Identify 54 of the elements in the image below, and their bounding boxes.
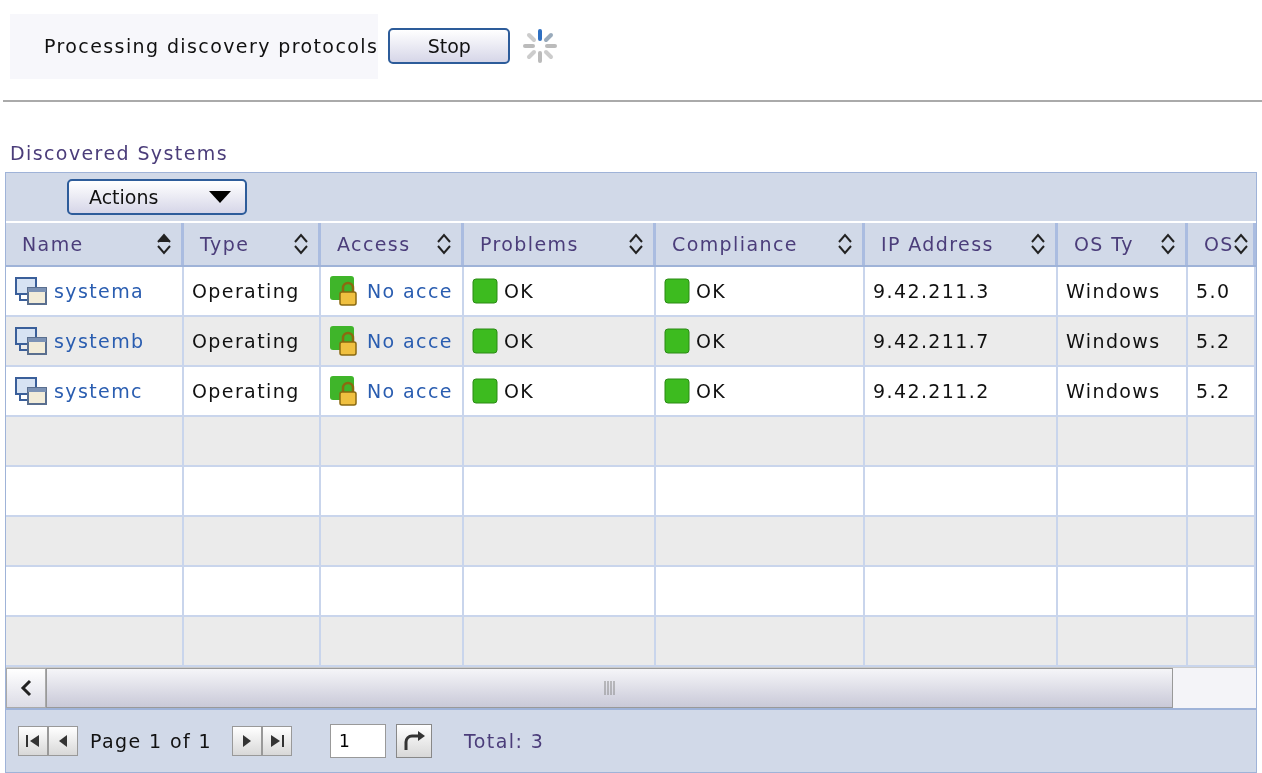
last-page-icon	[269, 733, 285, 749]
spinner-icon	[522, 28, 559, 64]
status-text: OK	[504, 280, 535, 302]
scrollbar-thumb[interactable]	[46, 668, 1173, 708]
access-link[interactable]: No acce	[367, 380, 453, 402]
caret-icon	[209, 191, 231, 203]
scroll-left-button[interactable]	[6, 668, 46, 708]
status-text: OK	[696, 330, 727, 352]
table-cell: 9.42.211.2	[873, 380, 990, 402]
table-cell: Windows	[1066, 280, 1161, 302]
status-text: OK	[696, 280, 727, 302]
page-label: Page 1 of 1	[90, 730, 212, 752]
status-icon	[472, 328, 498, 354]
status-text: OK	[696, 380, 727, 402]
table-cell: 5.0	[1196, 280, 1231, 302]
first-page-icon	[25, 733, 41, 749]
computer-icon	[14, 326, 48, 356]
table-cell: 9.42.211.3	[873, 280, 990, 302]
table-cell: Windows	[1066, 380, 1161, 402]
status-icon	[472, 278, 498, 304]
status-icon	[664, 328, 690, 354]
access-link[interactable]: No acce	[367, 330, 453, 352]
previous-page-button[interactable]	[48, 726, 78, 756]
system-link[interactable]: systema	[54, 280, 145, 302]
table-cell: Operating	[192, 330, 300, 352]
last-page-button[interactable]	[262, 726, 292, 756]
status-text: OK	[504, 380, 535, 402]
access-link[interactable]: No acce	[367, 280, 453, 302]
left-chevron-icon	[19, 679, 33, 697]
page-number-field[interactable]: 1	[330, 724, 386, 758]
table-cell: 9.42.211.7	[873, 330, 990, 352]
first-page-button[interactable]	[18, 726, 48, 756]
computer-icon	[14, 276, 48, 306]
status-icon	[472, 378, 498, 404]
grip-icon	[603, 681, 616, 695]
actions-dropdown[interactable]: Actions	[67, 179, 247, 215]
table-cell: Windows	[1066, 330, 1161, 352]
status-icon	[664, 378, 690, 404]
status-text: OK	[504, 330, 535, 352]
go-button[interactable]	[396, 724, 432, 758]
table-cell: 5.2	[1196, 330, 1231, 352]
table-cell: Operating	[192, 280, 300, 302]
stop-button[interactable]: Stop	[388, 28, 511, 64]
section-title: Discovered Systems	[10, 142, 229, 164]
computer-icon	[14, 376, 48, 406]
curved-arrow-icon	[402, 730, 426, 752]
next-page-button[interactable]	[232, 726, 262, 756]
table-cell: 5.2	[1196, 380, 1231, 402]
total-count: Total: 3	[464, 730, 545, 752]
status-icon	[664, 278, 690, 304]
progress-message: Processing discovery protocols	[44, 35, 379, 57]
table-cell: Operating	[192, 380, 300, 402]
system-link[interactable]: systemb	[54, 330, 145, 352]
system-link[interactable]: systemc	[54, 380, 143, 402]
